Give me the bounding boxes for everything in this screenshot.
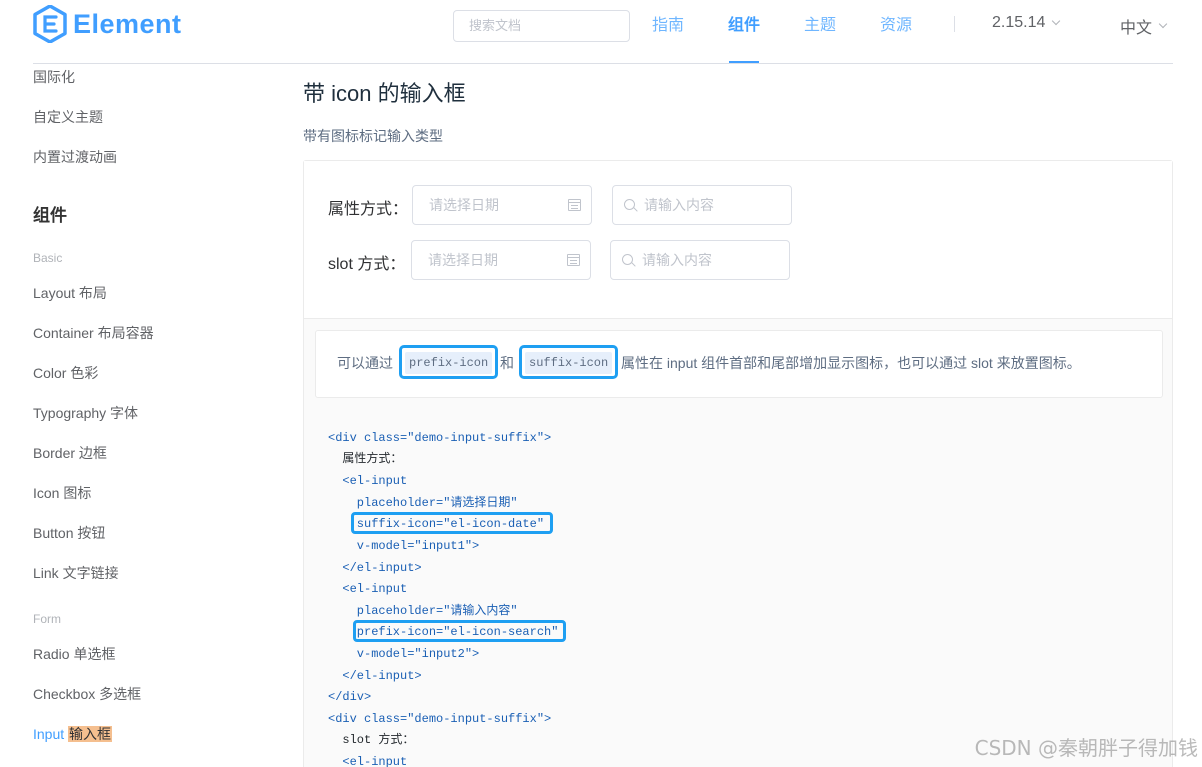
code-line: <el-input (328, 582, 408, 596)
highlight-suffix-icon-attr (351, 512, 553, 534)
highlight-prefix-icon-attr (353, 620, 566, 642)
element-logo[interactable]: Element (33, 5, 182, 43)
demo-meta: 可以通过 prefix-icon 和 suffix-icon 属性在 input… (304, 319, 1172, 767)
version-select[interactable]: 2.15.14 (992, 14, 1061, 32)
sidebar-item-layout[interactable]: Layout 布局 (33, 283, 107, 303)
sidebar-group-components: 组件 (33, 206, 67, 225)
search-placeholder: 请输入内容 (644, 197, 714, 213)
chevron-down-icon (1158, 19, 1168, 29)
code-line: v-model="input2"> (328, 647, 480, 661)
calendar-icon (567, 254, 580, 266)
code-chip-prefix-icon: prefix-icon (399, 345, 499, 379)
code-line: </el-input> (328, 561, 422, 575)
sidebar-item-link[interactable]: Link 文字链接 (33, 563, 119, 583)
search-icon (624, 199, 635, 210)
tip-text-before: 可以通过 (337, 355, 393, 371)
code-line: </div> (328, 690, 372, 704)
version-value: 2.15.14 (992, 14, 1046, 31)
section-description: 带有图标标记输入类型 (303, 128, 443, 144)
search-icon (622, 254, 633, 265)
search-input-slot[interactable]: 请输入内容 (610, 240, 790, 280)
demo-source: 属性方式： 请选择日期 请输入内容 slot 方式： 请选择日期 请输入内容 (304, 161, 1172, 319)
section-title: 带 icon 的输入框 (303, 81, 466, 106)
chevron-down-icon (1052, 16, 1061, 26)
code-line: <div class="demo-input-suffix"> (328, 431, 552, 445)
doc-search-input[interactable]: 搜索文档 (453, 10, 630, 42)
logo-text: Element (73, 8, 182, 39)
nav-guide[interactable]: 指南 (652, 14, 684, 38)
sidebar-item-icon[interactable]: Icon 图标 (33, 483, 91, 503)
tip-description: 可以通过 prefix-icon 和 suffix-icon 属性在 input… (315, 330, 1163, 398)
code-line: <div class="demo-input-suffix"> (328, 712, 552, 726)
code-line: placeholder="请选择日期" (328, 496, 518, 510)
top-header: Element 搜索文档 指南 组件 主题 资源 2.15.14 中文 (0, 0, 1202, 64)
code-line: slot 方式： (328, 733, 415, 747)
nav-theme[interactable]: 主题 (804, 14, 836, 38)
sidebar-section-basic: Basic (33, 251, 63, 265)
date-placeholder: 请选择日期 (428, 252, 498, 268)
nav-component[interactable]: 组件 (728, 14, 760, 38)
code-line: 属性方式： (328, 452, 403, 466)
date-input-slot[interactable]: 请选择日期 (411, 240, 591, 280)
sidebar-item-radio[interactable]: Radio 单选框 (33, 644, 115, 664)
sidebar-item-input-highlight: 输入框 (68, 726, 113, 742)
tip-text-after: 属性在 input 组件首部和尾部增加显示图标，也可以通过 slot 来放置图标… (621, 355, 1081, 371)
sidebar-item-checkbox[interactable]: Checkbox 多选框 (33, 684, 141, 704)
sidebar-item-transition[interactable]: 内置过渡动画 (33, 147, 117, 167)
sidebar-section-form: Form (33, 612, 61, 626)
row-label-slot: slot 方式： (328, 256, 406, 273)
code-line: v-model="input1"> (328, 539, 480, 553)
nav-divider (954, 16, 955, 32)
sidebar-item-input[interactable]: Input 输入框 (33, 724, 113, 744)
watermark: CSDN @秦朝胖子得加钱 (974, 736, 1198, 760)
code-line: placeholder="请输入内容" (328, 604, 518, 618)
sidebar-item-i18n[interactable]: 国际化 (33, 67, 75, 87)
row-label-attr: 属性方式： (328, 201, 409, 218)
tip-text-and: 和 (500, 355, 514, 371)
code-chip-suffix-icon: suffix-icon (519, 345, 619, 379)
sidebar-item-color[interactable]: Color 色彩 (33, 363, 98, 383)
code-suffix-icon: suffix-icon (525, 352, 613, 374)
date-placeholder: 请选择日期 (429, 197, 499, 213)
sidebar-item-button[interactable]: Button 按钮 (33, 523, 105, 543)
nav-resource[interactable]: 资源 (880, 14, 912, 38)
language-value: 中文 (1120, 20, 1153, 37)
code-line: </el-input> (328, 669, 422, 683)
language-select[interactable]: 中文 (1120, 14, 1168, 38)
doc-search-placeholder: 搜索文档 (469, 18, 522, 33)
sidebar-item-input-label: Input (33, 726, 69, 742)
date-input-attr[interactable]: 请选择日期 (412, 185, 592, 225)
calendar-icon (568, 199, 581, 211)
sidebar-item-typography[interactable]: Typography 字体 (33, 403, 138, 423)
search-input-attr[interactable]: 请输入内容 (612, 185, 792, 225)
code-line: <el-input (328, 755, 408, 767)
sidebar-item-custom-theme[interactable]: 自定义主题 (33, 107, 103, 127)
code-line: <el-input (328, 474, 408, 488)
element-logo-icon (33, 5, 67, 43)
search-placeholder: 请输入内容 (642, 252, 712, 268)
sidebar: 国际化 自定义主题 内置过渡动画 组件 Basic Layout 布局 Cont… (0, 64, 280, 767)
demo-block: 属性方式： 请选择日期 请输入内容 slot 方式： 请选择日期 请输入内容 可… (303, 160, 1173, 767)
sidebar-item-container[interactable]: Container 布局容器 (33, 323, 154, 343)
sidebar-item-border[interactable]: Border 边框 (33, 443, 107, 463)
code-prefix-icon: prefix-icon (405, 352, 493, 374)
